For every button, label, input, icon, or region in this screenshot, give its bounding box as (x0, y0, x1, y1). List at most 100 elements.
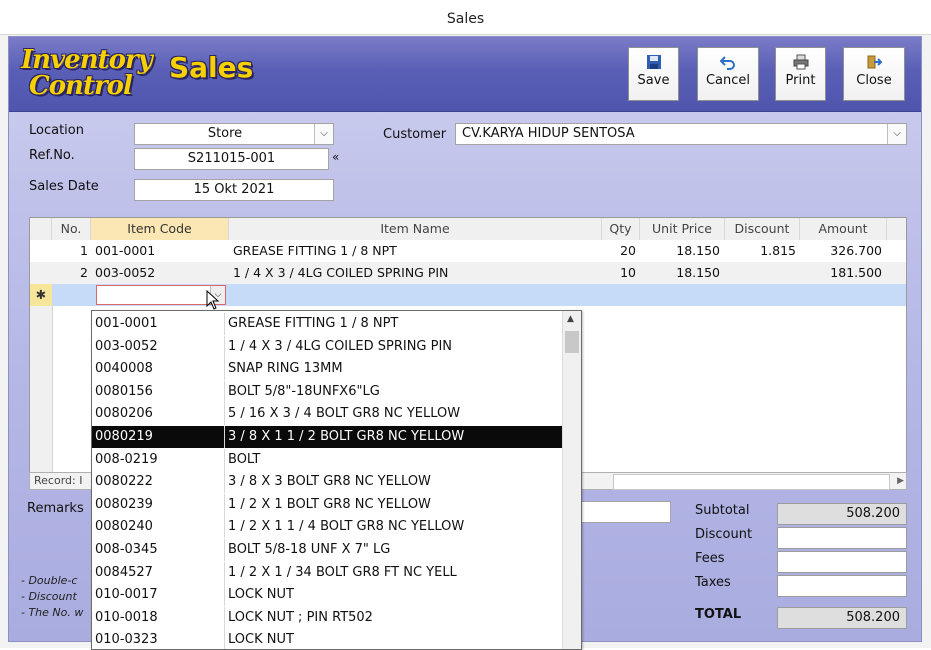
refno-field[interactable]: S211015-001 (134, 148, 329, 170)
table-row[interactable]: 2 003-0052 1 / 4 X 3 / 4LG COILED SPRING… (30, 262, 906, 284)
dropdown-item[interactable]: 001-0001 GREASE FITTING 1 / 8 NPT (92, 313, 562, 335)
cell-item-name[interactable]: GREASE FITTING 1 / 8 NPT (233, 240, 598, 262)
printer-icon (793, 54, 808, 70)
print-button[interactable]: Print (775, 47, 826, 101)
dropdown-item-name: BOLT 5/8"-18UNFX6"LG (228, 383, 380, 399)
cell-discount[interactable]: 1.815 (725, 240, 796, 262)
table-row[interactable]: 1 001-0001 GREASE FITTING 1 / 8 NPT 20 1… (30, 240, 906, 262)
cell-no: 2 (80, 265, 88, 280)
dropdown-item[interactable]: 003-0052 1 / 4 X 3 / 4LG COILED SPRING PI… (92, 335, 562, 358)
dropdown-item[interactable]: 008-0345 BOLT 5/8-18 UNF X 7" LG (92, 539, 562, 561)
dropdown-item-code: 010-0323 (95, 632, 158, 648)
dropdown-item-code: 008-0345 (95, 542, 158, 557)
close-label: Close (856, 73, 892, 88)
col-header-discount[interactable]: Discount (725, 218, 800, 240)
undo-icon (720, 56, 735, 70)
column-divider (224, 471, 225, 494)
col-header-qty[interactable]: Qty (602, 218, 640, 240)
col-header-no[interactable]: No. (52, 218, 91, 240)
save-label: Save (637, 73, 670, 88)
remarks-field[interactable] (569, 501, 671, 523)
window-title-bar: Sales (0, 0, 931, 35)
column-divider (224, 629, 225, 649)
column-divider (224, 561, 225, 584)
customer-combo[interactable]: CV.KARYA HIDUP SENTOSA ⌵ (455, 123, 907, 145)
new-record-row[interactable]: ✱ ⌵ (30, 284, 906, 306)
dropdown-item[interactable]: 0080219 3 / 8 X 1 1 / 2 BOLT GR8 NC YELLO… (92, 426, 562, 448)
record-label: Record: I (34, 474, 83, 487)
cell-qty[interactable]: 20 (602, 240, 636, 262)
page-title: Sales (169, 51, 254, 84)
customer-value: CV.KARYA HIDUP SENTOSA (462, 126, 635, 141)
dropdown-item[interactable]: 008-0219 BOLT (92, 448, 562, 471)
col-header-amount[interactable]: Amount (800, 218, 887, 240)
dropdown-item[interactable]: 0080156 BOLT 5/8"-18UNFX6"LG (92, 380, 562, 403)
location-combo[interactable]: Store ⌵ (134, 123, 334, 145)
dropdown-item[interactable]: 0040008 SNAP RING 13MM (92, 358, 562, 381)
cancel-button[interactable]: Cancel (697, 47, 759, 101)
chevron-down-icon[interactable]: ⌵ (887, 124, 906, 144)
refno-value: S211015-001 (187, 151, 276, 166)
save-button[interactable]: Save (628, 47, 679, 101)
select-all-corner[interactable] (30, 218, 52, 240)
dropdown-item-name: 1 / 2 X 1 1 / 4 BOLT GR8 NC YELLOW (228, 519, 465, 535)
col-header-item-code[interactable]: Item Code (91, 218, 229, 240)
app-logo: Inventory Control (21, 45, 161, 105)
app-window: Sales Inventory Control Sales Save Cance… (0, 0, 931, 650)
fees-field[interactable] (777, 551, 907, 573)
cell-item-code[interactable]: 001-0001 (95, 240, 225, 262)
cell-discount[interactable] (725, 262, 796, 284)
cell-unit-price[interactable]: 18.150 (640, 240, 720, 262)
subtotal-value: 508.200 (777, 503, 907, 525)
save-icon (646, 55, 661, 69)
column-divider (224, 313, 225, 335)
dropdown-item-name: LOCK NUT ; PIN RT502 (228, 609, 373, 625)
customer-label: Customer (383, 127, 447, 142)
discount-total-field[interactable] (777, 527, 907, 549)
scrollbar-thumb[interactable] (565, 331, 579, 353)
dropdown-item-name: 5 / 16 X 3 / 4 BOLT GR8 NC YELLOW (228, 406, 461, 422)
dropdown-item-name: SNAP RING 13MM (228, 361, 343, 377)
cell-qty[interactable]: 10 (602, 262, 636, 284)
dropdown-vertical-scrollbar[interactable]: ▲ (562, 311, 581, 649)
column-divider (224, 539, 225, 561)
cell-no: 1 (80, 243, 88, 258)
dropdown-item[interactable]: 010-0323 LOCK NUT (92, 629, 562, 649)
dropdown-item-name: LOCK NUT (228, 632, 294, 648)
dropdown-item[interactable]: 0080222 3 / 8 X 3 BOLT GR8 NC YELLOW (92, 471, 562, 494)
taxes-field[interactable] (777, 575, 907, 597)
new-record-icon: ✱ (30, 284, 52, 306)
cell-amount: 181.500 (830, 265, 882, 280)
item-code-dropdown-list[interactable]: 001-0001 GREASE FITTING 1 / 8 NPT 003-0052… (91, 310, 582, 650)
dropdown-item-name: BOLT (228, 451, 261, 467)
refno-nav-button[interactable]: « (332, 150, 339, 164)
dropdown-item[interactable]: 0080240 1 / 2 X 1 1 / 4 BOLT GR8 NC YELLO… (92, 516, 562, 539)
col-header-item-name[interactable]: Item Name (229, 218, 602, 240)
dropdown-item[interactable]: 0080206 5 / 16 X 3 / 4 BOLT GR8 NC YELLOW (92, 403, 562, 426)
dropdown-item-code: 010-0018 (95, 609, 158, 625)
column-divider (224, 335, 225, 358)
cell-unit-price[interactable]: 18.150 (640, 262, 720, 284)
horizontal-scrollbar[interactable] (613, 474, 890, 490)
chevron-down-icon[interactable]: ⌵ (314, 124, 333, 144)
dropdown-item[interactable]: 0080239 1 / 2 X 1 BOLT GR8 NC YELLOW (92, 493, 562, 516)
dropdown-item-name: 1 / 2 X 1 BOLT GR8 NC YELLOW (228, 496, 431, 512)
column-divider (224, 448, 225, 471)
col-header-unit-price[interactable]: Unit Price (640, 218, 725, 240)
note-line-1: - Double-c (21, 574, 78, 587)
location-value: Store (207, 126, 243, 141)
dropdown-item-code: 0040008 (95, 361, 153, 377)
cell-item-name[interactable]: 1 / 4 X 3 / 4LG COILED SPRING PIN (233, 262, 598, 284)
scroll-up-icon[interactable]: ▲ (567, 314, 574, 324)
dropdown-item[interactable]: 010-0017 LOCK NUT (92, 584, 562, 607)
sales-date-field[interactable]: 15 Okt 2021 (134, 179, 334, 201)
close-button[interactable]: Close (843, 47, 905, 101)
dropdown-item[interactable]: 0084527 1 / 2 X 1 / 34 BOLT GR8 FT NC YEL… (92, 561, 562, 584)
dropdown-item[interactable]: 010-0018 LOCK NUT ; PIN RT502 (92, 606, 562, 629)
column-divider (224, 358, 225, 381)
scroll-right-icon[interactable]: ▶ (897, 473, 904, 489)
note-line-3: - The No. w (21, 606, 84, 619)
cell-item-code[interactable]: 003-0052 (95, 262, 225, 284)
remarks-label: Remarks (27, 501, 84, 516)
exit-icon (867, 55, 882, 69)
